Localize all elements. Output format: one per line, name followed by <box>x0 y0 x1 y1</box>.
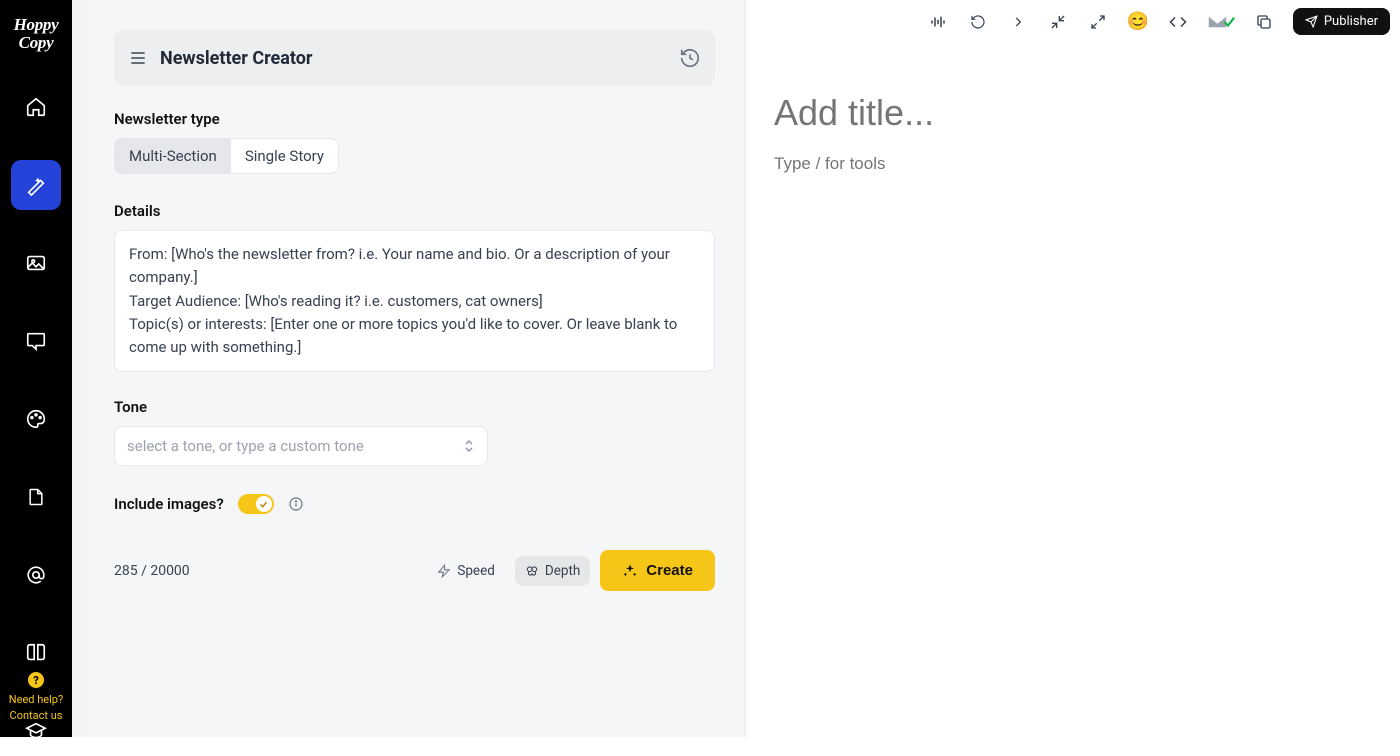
nav-at[interactable] <box>11 550 61 600</box>
copy-icon[interactable] <box>1253 11 1275 33</box>
at-icon <box>25 564 47 586</box>
create-button[interactable]: Create <box>600 550 715 591</box>
refresh-icon[interactable] <box>967 11 989 33</box>
brand-logo: Hoppy Copy <box>14 16 59 52</box>
expand-icon[interactable] <box>1087 11 1109 33</box>
nav-wand[interactable] <box>11 160 61 210</box>
audio-icon[interactable] <box>927 11 949 33</box>
char-count: 285 / 20000 <box>114 563 190 579</box>
sidebar: Hoppy Copy <box>0 0 72 737</box>
editor-toolbar: 😊 Publisher <box>927 8 1390 35</box>
collapse-icon[interactable] <box>1047 11 1069 33</box>
nav-chat[interactable] <box>11 316 61 366</box>
tone-placeholder: select a tone, or type a custom tone <box>127 437 364 455</box>
palette-icon <box>25 408 47 430</box>
speed-chip[interactable]: Speed <box>427 556 505 586</box>
chevron-updown-icon <box>463 438 475 454</box>
wand-icon <box>25 174 47 196</box>
type-label: Newsletter type <box>114 110 715 128</box>
help-icon: ? <box>28 672 44 688</box>
type-selector: Multi-Section Single Story <box>114 138 339 174</box>
nav-book[interactable] <box>11 628 61 678</box>
body-input[interactable] <box>774 154 1400 174</box>
nav-document[interactable] <box>11 472 61 522</box>
tone-label: Tone <box>114 398 715 416</box>
menu-icon[interactable] <box>128 48 148 68</box>
nav-image[interactable] <box>11 238 61 288</box>
sparkle-icon <box>622 563 638 579</box>
check-icon <box>259 500 268 509</box>
emoji-icon[interactable]: 😊 <box>1127 11 1149 33</box>
images-label: Include images? <box>114 495 224 513</box>
image-icon <box>25 252 47 274</box>
lightning-icon <box>437 564 451 578</box>
document-icon <box>26 486 46 508</box>
details-label: Details <box>114 202 715 220</box>
images-toggle[interactable] <box>238 494 274 514</box>
tone-select[interactable]: select a tone, or type a custom tone <box>114 426 488 466</box>
form-panel: Newsletter Creator Newsletter type Multi… <box>86 0 746 737</box>
chat-icon <box>25 330 47 352</box>
type-multi[interactable]: Multi-Section <box>115 139 231 173</box>
send-icon <box>1305 15 1318 28</box>
history-icon[interactable] <box>679 47 701 69</box>
book-icon <box>25 642 47 664</box>
editor-panel: 😊 Publisher <box>746 0 1400 737</box>
form-title-bar: Newsletter Creator <box>114 30 715 86</box>
chevron-right-icon[interactable] <box>1007 11 1029 33</box>
info-icon[interactable] <box>288 496 304 512</box>
form-title: Newsletter Creator <box>160 48 313 69</box>
publish-button[interactable]: Publisher <box>1293 8 1390 35</box>
help-link[interactable]: ? Need help? Contact us <box>0 672 72 723</box>
brain-icon <box>525 564 539 578</box>
type-single[interactable]: Single Story <box>231 139 338 173</box>
nav-home[interactable] <box>11 82 61 132</box>
home-icon <box>25 96 47 118</box>
nav-palette[interactable] <box>11 394 61 444</box>
depth-chip[interactable]: Depth <box>515 556 590 586</box>
scrollbar-strip[interactable] <box>72 0 86 737</box>
inbox-check-icon[interactable] <box>1207 11 1235 33</box>
title-input[interactable] <box>774 92 1400 134</box>
form-footer: 285 / 20000 Speed Depth Create <box>114 550 715 591</box>
code-icon[interactable] <box>1167 11 1189 33</box>
details-input[interactable]: From: [Who's the newsletter from? i.e. Y… <box>114 230 715 372</box>
